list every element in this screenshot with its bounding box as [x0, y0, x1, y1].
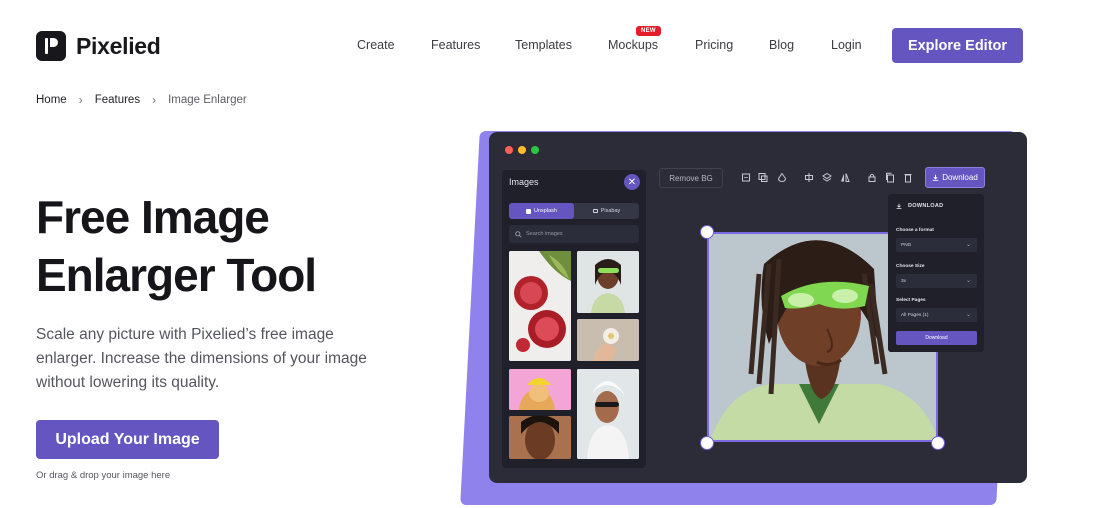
image-source-tabs: Unsplash Pixabay — [509, 203, 639, 219]
image-thumb-pomegranate[interactable] — [509, 251, 571, 361]
window-controls — [505, 146, 539, 154]
nav-templates[interactable]: Templates — [515, 38, 572, 52]
site-header: Pixelied Create Features Templates Mocku… — [0, 0, 1116, 92]
images-panel: Images ✕ Unsplash Pixabay — [502, 170, 646, 468]
size-value: 3x — [901, 278, 907, 284]
explore-editor-button[interactable]: Explore Editor — [892, 28, 1023, 63]
search-images-input[interactable] — [526, 231, 626, 237]
nav-login[interactable]: Login — [831, 38, 862, 52]
nav-features[interactable]: Features — [431, 38, 480, 52]
woman-green-sunglasses-image — [577, 251, 639, 313]
image-thumb-portrait[interactable] — [509, 416, 571, 459]
remove-bg-button[interactable]: Remove BG — [659, 168, 723, 188]
crop-icon[interactable] — [741, 172, 751, 183]
resize-handle-bottom-right[interactable] — [931, 436, 945, 450]
trash-icon[interactable] — [903, 172, 913, 183]
pages-value: All Pages (1) — [901, 312, 929, 318]
format-select[interactable]: PNG ⌄ — [896, 238, 977, 252]
search-icon — [515, 230, 522, 238]
nav-blog[interactable]: Blog — [769, 38, 794, 52]
tab-unsplash-label: Unsplash — [534, 208, 557, 214]
tab-pixabay-label: Pixabay — [600, 208, 621, 214]
breadcrumb-separator: › — [78, 93, 83, 107]
woman-towel-sunglasses-image — [577, 369, 639, 459]
tab-unsplash[interactable]: Unsplash — [509, 203, 574, 219]
download-button-label: Download — [942, 173, 978, 182]
download-confirm-button[interactable]: Download — [896, 331, 977, 345]
download-panel: DOWNLOAD Choose a format PNG ⌄ Choose Si… — [888, 194, 984, 352]
chevron-down-icon: ⌄ — [965, 278, 971, 284]
breadcrumb-current: Image Enlarger — [168, 94, 247, 106]
title-line-2: Enlarger Tool — [36, 249, 317, 301]
page-title: Free Image Enlarger Tool — [36, 188, 416, 304]
image-thumb-woman-sunglasses[interactable] — [577, 251, 639, 313]
resize-handle-top-left[interactable] — [700, 225, 714, 239]
copy-icon[interactable] — [885, 172, 895, 183]
images-panel-title: Images — [509, 177, 539, 187]
format-value: PNG — [901, 242, 912, 248]
nav-mockups-label: Mockups — [608, 38, 659, 52]
hand-holding-flower-image — [577, 319, 639, 361]
pixelied-logo-icon — [36, 31, 66, 61]
editor-mockup: Images ✕ Unsplash Pixabay Search images … — [489, 132, 1027, 483]
image-thumb-hand-flower[interactable] — [577, 319, 639, 361]
nav-pricing[interactable]: Pricing — [695, 38, 733, 52]
size-select[interactable]: 3x ⌄ — [896, 274, 977, 288]
duplicate-icon[interactable] — [758, 172, 768, 183]
format-label: Choose a format — [896, 228, 934, 233]
image-thumb-woman-towel[interactable] — [577, 369, 639, 459]
breadcrumb-separator: › — [152, 93, 157, 107]
download-panel-title: DOWNLOAD — [908, 203, 944, 209]
fill-color-icon[interactable] — [777, 172, 787, 183]
breadcrumb: Home › Features › Image Enlarger — [36, 93, 247, 107]
download-icon — [896, 203, 902, 209]
dog-yellow-hat-image — [509, 369, 571, 410]
minimize-dot-icon — [518, 146, 526, 154]
layers-icon[interactable] — [822, 172, 832, 183]
nav-create[interactable]: Create — [357, 38, 395, 52]
chevron-down-icon: ⌄ — [965, 312, 971, 318]
download-icon — [932, 174, 939, 181]
brand-logo[interactable]: Pixelied — [36, 31, 161, 61]
flip-icon[interactable] — [840, 172, 850, 183]
close-icon[interactable]: ✕ — [624, 174, 640, 190]
pages-label: Select Pages — [896, 298, 926, 303]
chevron-down-icon: ⌄ — [965, 242, 971, 248]
title-line-1: Free Image — [36, 191, 270, 243]
breadcrumb-home[interactable]: Home — [36, 94, 67, 106]
tab-pixabay[interactable]: Pixabay — [574, 203, 639, 219]
size-label: Choose Size — [896, 264, 925, 269]
drag-drop-note: Or drag & drop your image here — [36, 470, 171, 481]
resize-handle-bottom-left[interactable] — [700, 436, 714, 450]
image-thumb-dog[interactable] — [509, 369, 571, 410]
hero-description: Scale any picture with Pixelied’s free i… — [36, 326, 367, 391]
lock-icon[interactable] — [867, 172, 877, 183]
breadcrumb-features[interactable]: Features — [95, 94, 140, 106]
woman-portrait-image — [509, 416, 571, 459]
align-icon[interactable] — [804, 172, 814, 183]
image-search — [509, 225, 639, 243]
maximize-dot-icon — [531, 146, 539, 154]
download-button[interactable]: Download — [925, 167, 985, 188]
new-badge: NEW — [636, 26, 661, 36]
upload-image-button[interactable]: Upload Your Image — [36, 420, 219, 459]
unsplash-icon — [526, 208, 532, 214]
brand-name: Pixelied — [76, 32, 161, 59]
nav-mockups[interactable]: Mockups NEW — [608, 26, 661, 52]
close-dot-icon — [505, 146, 513, 154]
pages-select[interactable]: All Pages (1) ⌄ — [896, 308, 977, 322]
pomegranate-image — [509, 251, 571, 361]
pixabay-icon — [592, 209, 598, 213]
